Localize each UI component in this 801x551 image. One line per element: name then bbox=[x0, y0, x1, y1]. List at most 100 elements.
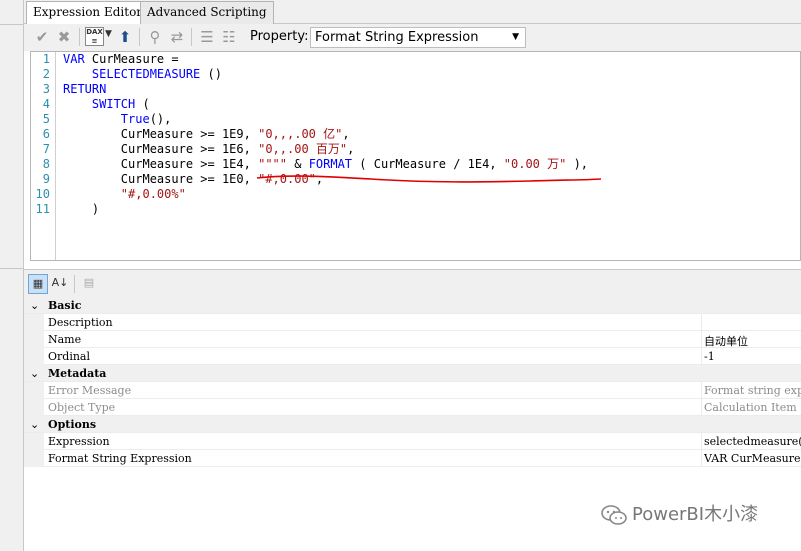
left-strip-divider bbox=[0, 24, 24, 25]
row-gutter bbox=[24, 450, 44, 467]
grid-row-object-type[interactable]: Object Type Calculation Item bbox=[24, 399, 801, 416]
line-number: 4 bbox=[42, 97, 50, 111]
property-select[interactable]: Format String Expression ▼ bbox=[310, 27, 526, 48]
check-icon[interactable]: ✔ bbox=[33, 28, 51, 46]
property-value: Format string exp bbox=[704, 384, 801, 397]
column-divider[interactable] bbox=[701, 382, 702, 399]
wechat-icon bbox=[601, 505, 627, 525]
uncomment-icon[interactable]: ☷ bbox=[220, 28, 238, 46]
toolbar-separator bbox=[79, 28, 80, 46]
code-token: , bbox=[243, 157, 259, 171]
code-line: CurMeasure >= 1E9, "0,,,.00 亿", bbox=[63, 127, 350, 142]
category-label: Options bbox=[48, 418, 97, 431]
grid-category-options[interactable]: ⌄ Options bbox=[24, 416, 801, 433]
properties-toolbar: ▦ A↓ ▤ bbox=[24, 269, 801, 297]
property-value[interactable]: 自动单位 bbox=[704, 333, 801, 349]
column-divider[interactable] bbox=[701, 399, 702, 416]
grid-row-ordinal[interactable]: Ordinal -1 bbox=[24, 348, 801, 365]
grid-category-metadata[interactable]: ⌄ Metadata bbox=[24, 365, 801, 382]
tab-advanced-scripting[interactable]: Advanced Scripting bbox=[140, 1, 274, 24]
column-divider[interactable] bbox=[701, 314, 702, 331]
tab-expression-editor[interactable]: Expression Editor bbox=[26, 1, 150, 25]
grid-category-basic[interactable]: ⌄ Basic bbox=[24, 297, 801, 314]
category-label: Metadata bbox=[48, 367, 107, 380]
tab-strip: Expression Editor Advanced Scripting bbox=[24, 0, 801, 25]
chevron-down-icon[interactable]: ⌄ bbox=[30, 299, 39, 312]
code-token: , bbox=[315, 172, 324, 186]
code-token: 1E9 bbox=[221, 127, 244, 141]
property-pages-icon[interactable]: ▤ bbox=[79, 274, 99, 294]
code-line: ) bbox=[63, 202, 99, 217]
column-divider[interactable] bbox=[701, 348, 702, 365]
code-token: CurMeasure >= bbox=[63, 127, 222, 141]
dropdown-arrow-icon[interactable]: ▼ bbox=[105, 29, 112, 39]
row-gutter bbox=[24, 433, 44, 450]
property-name: Ordinal bbox=[48, 350, 90, 363]
dax-format-icon[interactable]: DAX ≡ bbox=[85, 27, 104, 46]
code-token: True bbox=[120, 112, 150, 126]
line-number: 1 bbox=[42, 52, 50, 66]
code-token: , bbox=[342, 127, 350, 141]
code-token: , bbox=[347, 142, 355, 156]
code-token: FORMAT bbox=[308, 157, 353, 171]
column-divider[interactable] bbox=[701, 450, 702, 467]
code-token: VAR bbox=[63, 52, 85, 66]
property-label: Property: bbox=[250, 29, 309, 44]
editor-toolbar: ✔ ✖ DAX ≡ ▼ ⬆ ⚲ ⇄ ☰ ☷ Property: Format St… bbox=[24, 24, 801, 51]
chevron-down-icon[interactable]: ⌄ bbox=[30, 418, 39, 431]
code-token: , bbox=[489, 157, 504, 171]
code-token: CurMeasure >= bbox=[63, 157, 222, 171]
code-token: , bbox=[243, 142, 259, 156]
code-token: """" bbox=[258, 157, 287, 171]
category-label: Basic bbox=[48, 299, 82, 312]
grid-row-format-string-expression[interactable]: Format String Expression VAR CurMeasure = bbox=[24, 450, 801, 467]
find-icon[interactable]: ⚲ bbox=[146, 28, 164, 46]
property-name: Format String Expression bbox=[48, 452, 192, 465]
code-line: VAR CurMeasure = bbox=[63, 52, 179, 67]
line-number: 10 bbox=[35, 187, 50, 201]
code-token: () bbox=[200, 67, 222, 81]
alphabetical-icon[interactable]: A↓ bbox=[50, 274, 70, 294]
code-token: "#,0.00" bbox=[258, 172, 316, 186]
code-token: 1E4 bbox=[467, 157, 490, 171]
grid-row-expression[interactable]: Expression selectedmeasure( bbox=[24, 433, 801, 450]
cancel-icon[interactable]: ✖ bbox=[55, 28, 73, 46]
code-token: SWITCH bbox=[91, 97, 136, 111]
property-name: Description bbox=[48, 316, 113, 329]
code-line: CurMeasure >= 1E6, "0,,.00 百万", bbox=[63, 142, 355, 157]
property-value[interactable]: VAR CurMeasure = bbox=[704, 452, 801, 465]
categorized-icon[interactable]: ▦ bbox=[28, 274, 48, 294]
comment-icon[interactable]: ☰ bbox=[198, 28, 216, 46]
property-value[interactable]: selectedmeasure( bbox=[704, 435, 801, 448]
line-number: 8 bbox=[42, 157, 50, 171]
row-gutter bbox=[24, 399, 44, 416]
line-number: 6 bbox=[42, 127, 50, 141]
column-divider[interactable] bbox=[701, 433, 702, 450]
code-token: (), bbox=[149, 112, 172, 126]
code-line: "#,0.00%" bbox=[63, 187, 186, 202]
row-gutter bbox=[24, 348, 44, 365]
deploy-icon[interactable]: ⬆ bbox=[116, 28, 134, 46]
code-token: 1E6 bbox=[221, 142, 244, 156]
code-editor[interactable]: 1 2 3 4 5 6 7 8 9 10 11 VAR CurMeasure = SELECTEDM… bbox=[30, 51, 801, 261]
property-name: Error Message bbox=[48, 384, 132, 397]
grid-row-description[interactable]: Description bbox=[24, 314, 801, 331]
replace-icon[interactable]: ⇄ bbox=[168, 28, 186, 46]
code-line: True(), bbox=[63, 112, 172, 127]
grid-row-error-message[interactable]: Error Message Format string exp bbox=[24, 382, 801, 399]
column-divider[interactable] bbox=[701, 331, 702, 348]
line-number: 5 bbox=[42, 112, 50, 126]
line-number-gutter: 1 2 3 4 5 6 7 8 9 10 11 bbox=[31, 52, 56, 260]
grid-row-name[interactable]: Name 自动单位 bbox=[24, 331, 801, 348]
property-value[interactable]: -1 bbox=[704, 350, 801, 363]
code-token: & bbox=[287, 157, 309, 171]
code-token: "0,,,.00 亿" bbox=[258, 127, 343, 141]
toolbar-separator bbox=[74, 275, 75, 293]
line-number: 11 bbox=[35, 202, 50, 216]
chevron-down-icon[interactable]: ⌄ bbox=[30, 367, 39, 380]
code-token: ) bbox=[63, 202, 100, 216]
code-line: SWITCH ( bbox=[63, 97, 150, 112]
line-number: 7 bbox=[42, 142, 50, 156]
